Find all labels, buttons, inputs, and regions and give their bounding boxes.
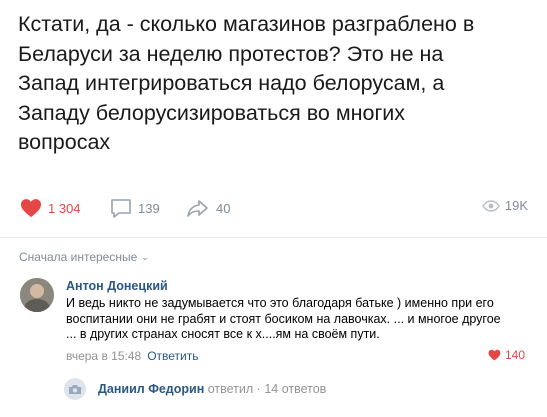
divider: [0, 237, 547, 238]
like-count: 1 304: [48, 200, 81, 216]
like-button[interactable]: 1 304: [20, 198, 81, 218]
share-arrow-icon: [187, 200, 208, 217]
sort-label: Сначала интересные: [19, 250, 138, 264]
reply-verb: ответил: [207, 382, 254, 396]
replies-summary[interactable]: Даниил Федорин ответил · 14 ответов: [98, 382, 326, 396]
share-button[interactable]: 40: [186, 198, 230, 218]
camera-icon: [69, 384, 81, 394]
heart-icon: [21, 199, 41, 218]
views-counter: 19K: [482, 198, 528, 213]
comment-like-count: 140: [504, 348, 525, 362]
views-count: 19K: [504, 198, 528, 213]
comment-author[interactable]: Антон Донецкий: [66, 279, 168, 293]
chevron-down-icon: ⌄: [141, 251, 149, 262]
comment-time[interactable]: вчера в 15:48: [66, 349, 141, 363]
user-photo: [20, 278, 54, 312]
comment-count: 139: [138, 201, 160, 216]
comment-icon: [111, 199, 131, 218]
sort-dropdown[interactable]: Сначала интересные ⌄: [19, 250, 149, 264]
avatar[interactable]: [20, 278, 54, 312]
share-count: 40: [216, 200, 231, 216]
reply-avatar[interactable]: [64, 378, 86, 400]
reply-button[interactable]: Ответить: [147, 349, 198, 363]
replies-count[interactable]: 14 ответов: [264, 382, 326, 396]
reply-separator: ·: [256, 382, 261, 396]
comment-button[interactable]: 139: [110, 198, 160, 219]
post-actions-bar: 1 304 139 40 19K: [18, 198, 528, 222]
comment-like-button[interactable]: 140: [488, 348, 525, 362]
heart-icon: [488, 349, 501, 361]
post-text: Кстати, да - сколько магазинов разграбле…: [18, 12, 475, 154]
reply-author[interactable]: Даниил Федорин: [98, 382, 204, 396]
eye-icon: [482, 199, 500, 212]
comment-meta: вчера в 15:48 Ответить: [66, 349, 198, 363]
comment-text: И ведь никто не задумывается что это бла…: [66, 296, 501, 341]
